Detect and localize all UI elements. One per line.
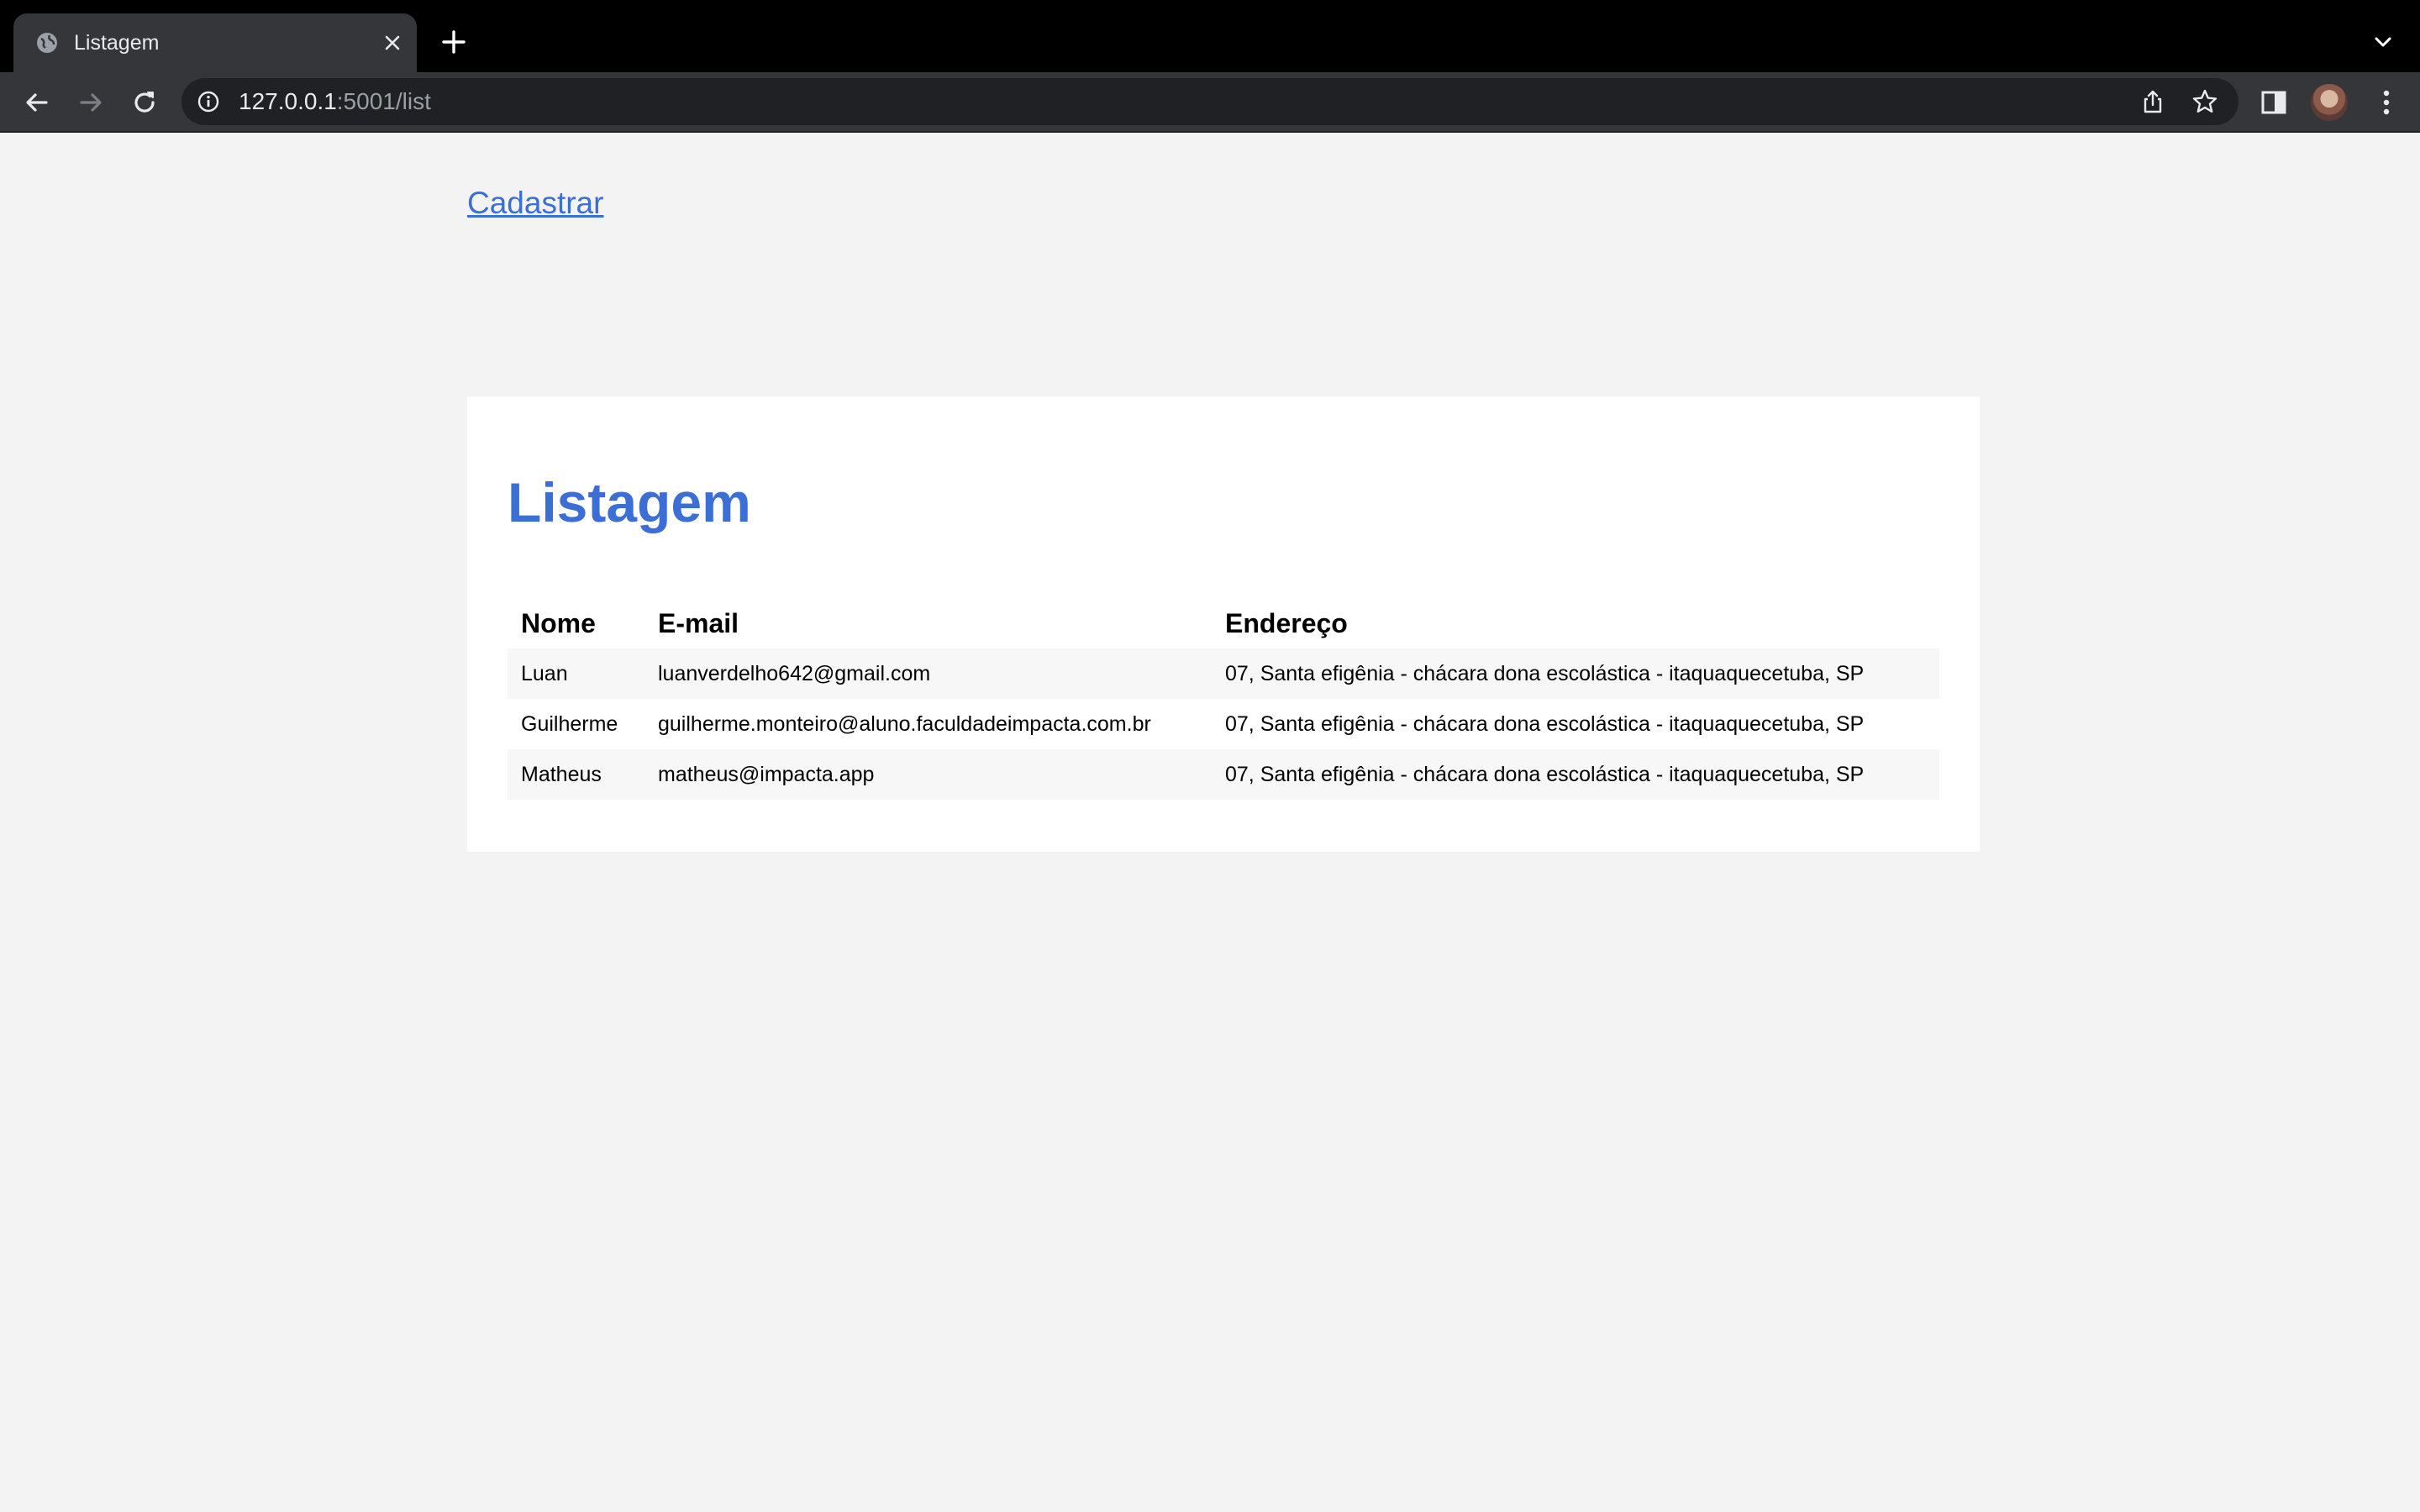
new-tab-icon[interactable]: [437, 25, 471, 59]
address-bar[interactable]: 127.0.0.1:5001/list: [182, 78, 2238, 125]
close-tab-icon[interactable]: [380, 30, 405, 55]
cell-address: 07, Santa efigênia - chácara dona escolá…: [1212, 699, 1939, 749]
side-panel-icon[interactable]: [2259, 87, 2289, 118]
column-header-email: E-mail: [658, 607, 739, 638]
table-row: Guilherme guilherme.monteiro@aluno.facul…: [508, 699, 1939, 749]
cell-address: 07, Santa efigênia - chácara dona escolá…: [1212, 648, 1939, 699]
column-header-address: Endereço: [1225, 607, 1348, 638]
cell-email: guilherme.monteiro@aluno.faculdadeimpact…: [644, 699, 1212, 749]
reload-icon[interactable]: [126, 84, 163, 121]
browser-tab-strip: Listagem: [0, 0, 2420, 72]
back-arrow-icon[interactable]: [18, 84, 55, 121]
page-title: Listagem: [508, 471, 751, 533]
table-row: Luan luanverdelho642@gmail.com 07, Santa…: [508, 648, 1939, 699]
url-text[interactable]: 127.0.0.1:5001/list: [239, 87, 431, 117]
browser-toolbar: 127.0.0.1:5001/list: [0, 72, 2420, 133]
browser-tab[interactable]: Listagem: [13, 13, 417, 72]
bookmark-star-icon[interactable]: [2191, 88, 2218, 115]
tab-title: Listagem: [74, 31, 160, 55]
cell-email: matheus@impacta.app: [644, 749, 1212, 800]
share-icon[interactable]: [2139, 88, 2166, 115]
table-row: Matheus matheus@impacta.app 07, Santa ef…: [508, 749, 1939, 800]
listing-card: Listagem Nome E-mail Endereço Luan luanv…: [467, 396, 1980, 852]
forward-arrow-icon[interactable]: [72, 84, 109, 121]
register-link[interactable]: Cadastrar: [467, 185, 603, 222]
table-header-row: Nome E-mail Endereço: [508, 598, 1939, 648]
users-table: Nome E-mail Endereço Luan luanverdelho64…: [508, 598, 1939, 800]
cell-address: 07, Santa efigênia - chácara dona escolá…: [1212, 749, 1939, 800]
profile-avatar[interactable]: [2311, 84, 2348, 121]
info-icon[interactable]: [197, 90, 220, 113]
url-path: :5001/list: [336, 88, 431, 114]
cell-name: Luan: [508, 648, 644, 699]
column-header-name: Nome: [521, 607, 596, 638]
page-content: Cadastrar Listagem Nome E-mail Endereço …: [0, 133, 2420, 1512]
cell-name: Matheus: [508, 749, 644, 800]
cell-name: Guilherme: [508, 699, 644, 749]
cell-email: luanverdelho642@gmail.com: [644, 648, 1212, 699]
globe-icon: [37, 33, 57, 53]
more-options-icon[interactable]: [2368, 84, 2405, 121]
url-host: 127.0.0.1: [239, 88, 337, 114]
chevron-down-icon[interactable]: [2366, 25, 2400, 59]
